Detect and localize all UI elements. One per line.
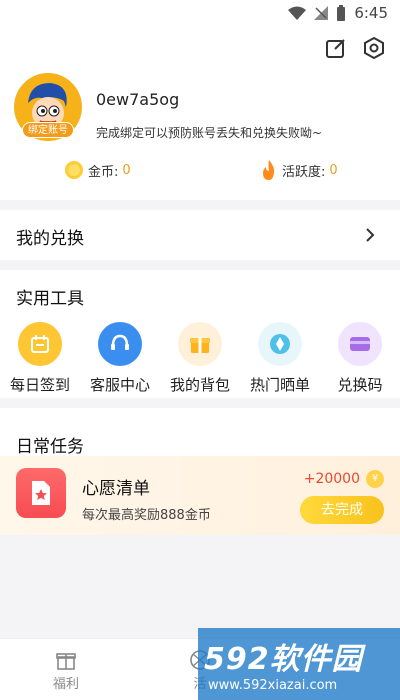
edit-button[interactable] — [324, 36, 348, 60]
coin-stat: 金币: 0 — [64, 160, 131, 180]
site-watermark: 592软件园 www.592xiazai.com — [198, 628, 400, 700]
headset-icon — [98, 322, 142, 366]
gift-tab-icon — [26, 649, 106, 671]
tool-label: 客服中心 — [89, 376, 150, 394]
flame-icon — [263, 160, 275, 180]
tab-welfare[interactable]: 福利 — [26, 649, 106, 692]
tool-label: 我的背包 — [169, 376, 230, 394]
calendar-icon — [18, 322, 62, 366]
task-reward: +20000 ¥ — [304, 470, 384, 488]
task-desc: 每次最高奖励888金币 — [82, 508, 211, 523]
utility-tools: 实用工具 每日签到 客服中心 我的背包 热门晒单 兑换码 — [0, 270, 400, 398]
wishlist-task-card: 心愿清单 每次最高奖励888金币 +20000 ¥ 去完成 — [0, 456, 400, 535]
activity-stat: 活跃度: 0 — [260, 160, 338, 180]
coin-value: 0 — [122, 162, 131, 178]
username: 0ew7a5og — [96, 90, 180, 109]
tool-redeem-code[interactable]: 兑换码 — [320, 322, 400, 395]
my-exchange-title: 我的兑换 — [16, 229, 84, 249]
activity-value: 0 — [329, 162, 338, 178]
tool-my-backpack[interactable]: 我的背包 — [160, 322, 240, 395]
wishlist-icon — [16, 468, 66, 518]
gift-icon — [178, 322, 222, 366]
bind-account-badge[interactable]: 绑定账号 — [22, 122, 74, 138]
top-actions — [324, 36, 386, 60]
battery-icon — [337, 5, 346, 21]
wifi-icon — [288, 6, 307, 20]
tools-title: 实用工具 — [16, 289, 84, 309]
chevron-right-icon — [366, 228, 375, 242]
edit-icon — [326, 39, 345, 58]
tasks-title: 日常任务 — [16, 437, 84, 457]
watermark-url: www.592xiazai.com — [208, 678, 338, 693]
coin-label: 金币: — [88, 164, 119, 180]
tool-label: 每日签到 — [9, 376, 70, 394]
reward-amount: +20000 — [303, 471, 360, 487]
tab-label: 福利 — [52, 677, 79, 692]
task-name: 心愿清单 — [82, 479, 150, 499]
my-exchange-row[interactable]: 我的兑换 — [0, 210, 400, 260]
tool-hot-shares[interactable]: 热门晒单 — [240, 322, 320, 395]
diamond-icon — [258, 322, 302, 366]
no-signal-icon — [314, 6, 329, 20]
coin-icon: ¥ — [366, 470, 384, 488]
card-icon — [338, 322, 382, 366]
bind-tip: 完成绑定可以预防账号丢失和兑换失败呦~ — [96, 126, 323, 140]
complete-task-button[interactable]: 去完成 — [300, 496, 384, 524]
status-time: 6:45 — [354, 4, 388, 22]
tool-label: 热门晒单 — [249, 376, 310, 394]
coin-icon — [65, 161, 83, 179]
tool-label: 兑换码 — [337, 376, 383, 394]
daily-tasks: 日常任务 心愿清单 每次最高奖励888金币 +20000 ¥ 去完成 — [0, 408, 400, 535]
activity-label: 活跃度: — [282, 164, 326, 180]
stats-row: 金币: 0 活跃度: 0 — [0, 160, 400, 186]
settings-button[interactable] — [362, 36, 386, 60]
status-icons: 6:45 — [288, 4, 388, 22]
watermark-brand: 592软件园 — [204, 642, 363, 677]
status-bar: 6:45 — [0, 0, 400, 28]
tool-daily-checkin[interactable]: 每日签到 — [0, 322, 80, 395]
tool-customer-service[interactable]: 客服中心 — [80, 322, 160, 395]
settings-icon — [364, 37, 384, 59]
